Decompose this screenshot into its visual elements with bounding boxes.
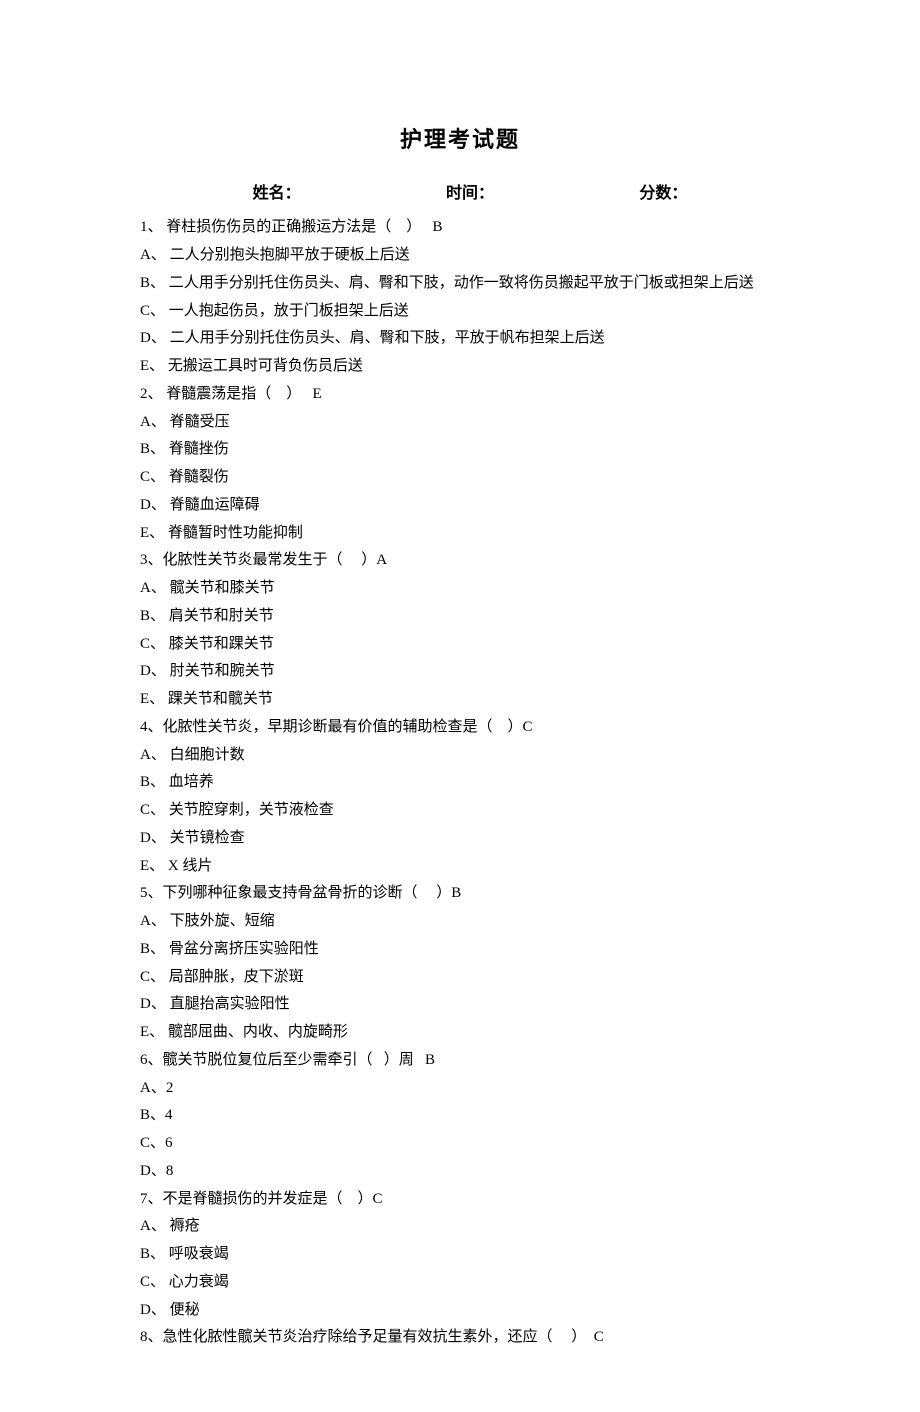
question-option: D、 脊髓血运障碍 — [140, 492, 780, 520]
question-stem: 7、不是脊髓损伤的并发症是（ ）C — [140, 1186, 780, 1214]
question-option: B、 呼吸衰竭 — [140, 1241, 780, 1269]
question-option: B、 骨盆分离挤压实验阳性 — [140, 936, 780, 964]
question-stem: 3、化脓性关节炎最常发生于（ ）A — [140, 547, 780, 575]
question-option: C、 一人抱起伤员，放于门板担架上后送 — [140, 298, 780, 326]
question-list: 1、 脊柱损伤伤员的正确搬运方法是（ ） BA、 二人分别抱头抱脚平放于硬板上后… — [140, 214, 780, 1352]
question-stem: 8、急性化脓性髋关节炎治疗除给予足量有效抗生素外，还应（ ） C — [140, 1324, 780, 1352]
exam-page: 护理考试题 姓名： 时间： 分数： 1、 脊柱损伤伤员的正确搬运方法是（ ） B… — [0, 0, 920, 1412]
question-option: D、 关节镜检查 — [140, 825, 780, 853]
question-option: B、 二人用手分别托住伤员头、肩、臀和下肢，动作一致将伤员搬起平放于门板或担架上… — [140, 270, 780, 298]
question-option: E、 脊髓暂时性功能抑制 — [140, 520, 780, 548]
question-option: D、8 — [140, 1158, 780, 1186]
question-stem: 1、 脊柱损伤伤员的正确搬运方法是（ ） B — [140, 214, 780, 242]
question-option: A、 下肢外旋、短缩 — [140, 908, 780, 936]
question-option: E、 踝关节和髋关节 — [140, 686, 780, 714]
question-option: A、 髋关节和膝关节 — [140, 575, 780, 603]
question-option: E、 X 线片 — [140, 853, 780, 881]
question-option: D、 肘关节和腕关节 — [140, 658, 780, 686]
question-option: C、 局部肿胀，皮下淤斑 — [140, 964, 780, 992]
question-option: E、 无搬运工具时可背负伤员后送 — [140, 353, 780, 381]
question-option: E、 髋部屈曲、内收、内旋畸形 — [140, 1019, 780, 1047]
question-stem: 2、 脊髓震荡是指（ ） E — [140, 381, 780, 409]
question-stem: 6、髋关节脱位复位后至少需牵引（ ）周 B — [140, 1047, 780, 1075]
question-option: A、 褥疮 — [140, 1213, 780, 1241]
question-option: A、 脊髓受压 — [140, 409, 780, 437]
question-option: B、4 — [140, 1102, 780, 1130]
question-option: D、 便秘 — [140, 1297, 780, 1325]
question-option: C、 脊髓裂伤 — [140, 464, 780, 492]
question-option: C、 心力衰竭 — [140, 1269, 780, 1297]
name-label: 姓名： — [253, 179, 301, 209]
question-option: C、 膝关节和踝关节 — [140, 631, 780, 659]
exam-header: 姓名： 时间： 分数： — [140, 179, 780, 209]
question-stem: 4、化脓性关节炎，早期诊断最有价值的辅助检查是（ ）C — [140, 714, 780, 742]
question-option: D、 直腿抬高实验阳性 — [140, 991, 780, 1019]
question-option: A、2 — [140, 1075, 780, 1103]
question-option: B、 肩关节和肘关节 — [140, 603, 780, 631]
question-stem: 5、下列哪种征象最支持骨盆骨折的诊断（ ）B — [140, 880, 780, 908]
question-option: A、 白细胞计数 — [140, 742, 780, 770]
score-label: 分数： — [639, 179, 687, 209]
question-option: C、6 — [140, 1130, 780, 1158]
question-option: D、 二人用手分别托住伤员头、肩、臀和下肢，平放于帆布担架上后送 — [140, 325, 780, 353]
question-option: B、 血培养 — [140, 769, 780, 797]
exam-title: 护理考试题 — [140, 120, 780, 161]
question-option: C、 关节腔穿刺，关节液检查 — [140, 797, 780, 825]
question-option: B、 脊髓挫伤 — [140, 436, 780, 464]
time-label: 时间： — [446, 179, 494, 209]
question-option: A、 二人分别抱头抱脚平放于硬板上后送 — [140, 242, 780, 270]
